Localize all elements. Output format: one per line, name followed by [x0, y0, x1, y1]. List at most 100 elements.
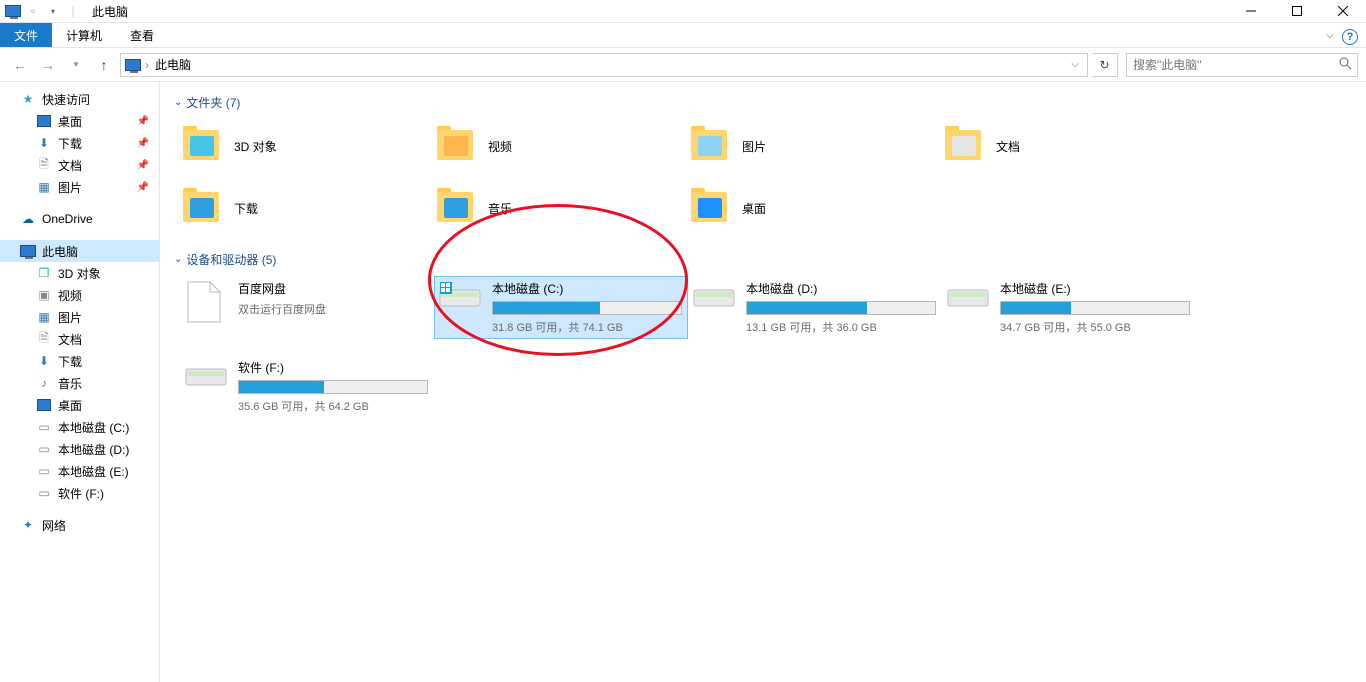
search-input[interactable] — [1127, 58, 1333, 72]
nav-documents2[interactable]: 🗎 文档 — [0, 328, 159, 350]
nav-pictures2[interactable]: ▦ 图片 — [0, 306, 159, 328]
nav-documents[interactable]: 🗎 文档 📌 — [0, 154, 159, 176]
drive-name: 本地磁盘 (E:) — [1000, 280, 1192, 297]
drive-icon: ▭ — [36, 485, 52, 501]
address-bar[interactable]: › 此电脑 ⌵ — [120, 53, 1088, 77]
drive-info: 31.8 GB 可用，共 74.1 GB — [492, 319, 684, 335]
minimize-button[interactable] — [1228, 0, 1274, 23]
pin-icon: 📌 — [137, 160, 149, 171]
nav-label: 下载 — [58, 135, 82, 152]
drive-name: 软件 (F:) — [238, 359, 430, 376]
up-button[interactable]: ↑ — [92, 53, 116, 77]
drive-info: 34.7 GB 可用，共 55.0 GB — [1000, 319, 1192, 335]
address-dropdown-icon[interactable]: ⌵ — [1065, 59, 1085, 70]
folder-icon — [434, 186, 478, 230]
tab-computer[interactable]: 计算机 — [52, 23, 116, 47]
drive-item[interactable]: 本地磁盘 (C:)31.8 GB 可用，共 74.1 GB — [434, 276, 688, 339]
nav-downloads[interactable]: ⬇ 下载 📌 — [0, 132, 159, 154]
drive-name: 本地磁盘 (D:) — [746, 280, 938, 297]
close-button[interactable] — [1320, 0, 1366, 23]
drive-usage-bar — [746, 301, 936, 315]
chevron-down-icon: ⌄ — [174, 254, 182, 265]
nav-downloads2[interactable]: ⬇ 下载 — [0, 350, 159, 372]
hdd-icon — [692, 280, 736, 316]
folder-item[interactable]: 桌面 — [688, 181, 942, 235]
this-pc-icon — [20, 243, 36, 259]
nav-music[interactable]: ♪ 音乐 — [0, 372, 159, 394]
nav-label: 桌面 — [58, 397, 82, 414]
nav-this-pc[interactable]: 此电脑 — [0, 240, 159, 262]
baidu-netdisk-item[interactable]: 百度网盘双击运行百度网盘 — [180, 276, 434, 339]
qat-dropdown-icon[interactable]: ▾ — [44, 2, 62, 20]
nav-label: 视频 — [58, 287, 82, 304]
cube-icon: ❒ — [36, 265, 52, 281]
tab-file[interactable]: 文件 — [0, 23, 52, 47]
help-icon[interactable]: ? — [1342, 29, 1358, 45]
nav-drive-e[interactable]: ▭ 本地磁盘 (E:) — [0, 460, 159, 482]
folder-label: 视频 — [488, 138, 512, 155]
folder-item[interactable]: 图片 — [688, 119, 942, 173]
folder-item[interactable]: 3D 对象 — [180, 119, 434, 173]
nav-drive-c[interactable]: ▭ 本地磁盘 (C:) — [0, 416, 159, 438]
nav-label: 下载 — [58, 353, 82, 370]
ribbon-tabs: 文件 计算机 查看 ⌵ ? — [0, 23, 1366, 48]
nav-label: 快速访问 — [42, 91, 90, 108]
nav-desktop2[interactable]: 桌面 — [0, 394, 159, 416]
nav-3d-objects[interactable]: ❒ 3D 对象 — [0, 262, 159, 284]
file-icon — [184, 280, 228, 316]
maximize-button[interactable] — [1274, 0, 1320, 23]
folder-item[interactable]: 音乐 — [434, 181, 688, 235]
pin-icon: 📌 — [137, 138, 149, 149]
desktop-icon — [36, 113, 52, 129]
this-pc-icon — [123, 55, 143, 75]
nav-videos[interactable]: ▣ 视频 — [0, 284, 159, 306]
nav-label: 网络 — [42, 517, 66, 534]
drive-usage-bar — [238, 380, 428, 394]
title-bar: ▫ ▾ | 此电脑 — [0, 0, 1366, 23]
folder-item[interactable]: 下载 — [180, 181, 434, 235]
ribbon-collapse-icon[interactable]: ⌵ — [1318, 30, 1342, 41]
folder-item[interactable]: 文档 — [942, 119, 1196, 173]
group-drives-header[interactable]: ⌄ 设备和驱动器 (5) — [174, 251, 1356, 268]
folder-label: 图片 — [742, 138, 766, 155]
drive-info: 13.1 GB 可用，共 36.0 GB — [746, 319, 938, 335]
search-box[interactable] — [1126, 53, 1358, 77]
drive-usage-bar — [492, 301, 682, 315]
nav-quick-access[interactable]: ★ 快速访问 — [0, 88, 159, 110]
drive-icon: ▭ — [36, 463, 52, 479]
refresh-button[interactable]: ↻ — [1092, 53, 1118, 77]
nav-label: 图片 — [58, 179, 82, 196]
nav-pictures[interactable]: ▦ 图片 📌 — [0, 176, 159, 198]
document-icon: 🗎 — [36, 331, 52, 347]
forward-button[interactable]: → — [36, 53, 60, 77]
folder-icon — [180, 124, 224, 168]
chevron-right-icon[interactable]: › — [143, 58, 151, 72]
pin-icon: 📌 — [137, 116, 149, 127]
item-sub: 双击运行百度网盘 — [238, 301, 430, 317]
recent-locations-button[interactable]: ▾ — [64, 53, 88, 77]
document-icon: 🗎 — [36, 157, 52, 173]
tab-view[interactable]: 查看 — [116, 23, 168, 47]
breadcrumb-this-pc[interactable]: 此电脑 — [151, 56, 195, 73]
search-icon[interactable] — [1333, 57, 1357, 73]
drive-item[interactable]: 本地磁盘 (D:) 13.1 GB 可用，共 36.0 GB — [688, 276, 942, 339]
quick-access-toolbar: ▫ ▾ | — [0, 2, 86, 20]
back-button[interactable]: ← — [8, 53, 32, 77]
main-area: ★ 快速访问 桌面 📌 ⬇ 下载 📌 🗎 文档 📌 ▦ 图片 📌 ☁ OneDr… — [0, 82, 1366, 682]
nav-drive-f[interactable]: ▭ 软件 (F:) — [0, 482, 159, 504]
music-icon: ♪ — [36, 375, 52, 391]
picture-icon: ▦ — [36, 179, 52, 195]
group-folders-header[interactable]: ⌄ 文件夹 (7) — [174, 94, 1356, 111]
download-icon: ⬇ — [36, 353, 52, 369]
drive-item[interactable]: 本地磁盘 (E:) 34.7 GB 可用，共 55.0 GB — [942, 276, 1196, 339]
item-name: 百度网盘 — [238, 280, 430, 297]
nav-desktop[interactable]: 桌面 📌 — [0, 110, 159, 132]
folder-item[interactable]: 视频 — [434, 119, 688, 173]
video-icon: ▣ — [36, 287, 52, 303]
drive-item[interactable]: 软件 (F:)35.6 GB 可用，共 64.2 GB — [180, 355, 434, 418]
group-label: 设备和驱动器 (5) — [186, 251, 276, 268]
nav-network[interactable]: ✦ 网络 — [0, 514, 159, 536]
nav-drive-d[interactable]: ▭ 本地磁盘 (D:) — [0, 438, 159, 460]
drive-usage-bar — [1000, 301, 1190, 315]
nav-onedrive[interactable]: ☁ OneDrive — [0, 208, 159, 230]
